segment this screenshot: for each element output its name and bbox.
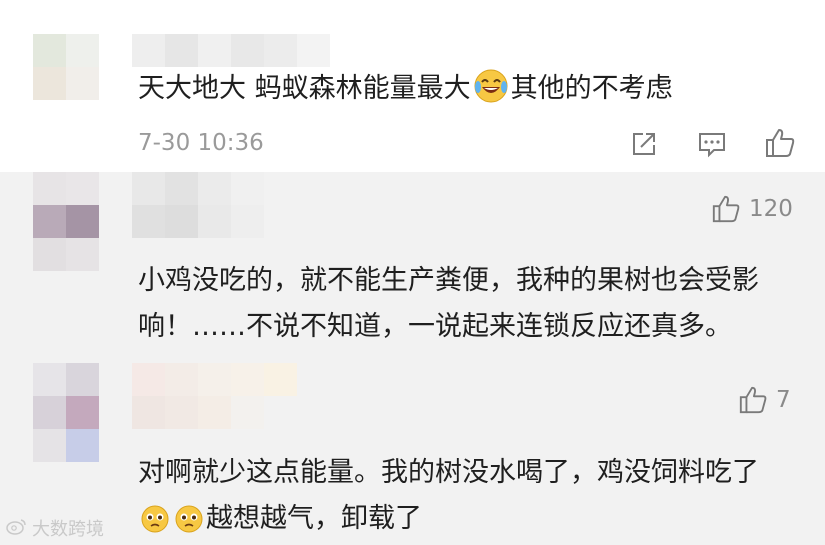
share-icon[interactable] [630,130,658,162]
comment-text: 对啊就少这点能量。我的树没水喝了，鸡没饲料吃了越想越气，卸载了 [138,450,777,545]
username[interactable] [132,363,297,429]
watermark: 大数跨境 [6,515,104,541]
username[interactable] [132,34,330,67]
comment-1: 天大地大 蚂蚁森林能量最大 其他的不考虑 7-30 10:36 [0,0,825,172]
comment-text: 天大地大 蚂蚁森林能量最大 其他的不考虑 [138,66,785,118]
like-count: 7 [776,387,791,413]
pleading-face-emoji [175,502,203,545]
thumbs-up-icon[interactable] [711,194,741,228]
thumbs-up-icon[interactable] [764,127,796,163]
username[interactable] [132,172,264,238]
reply-1: 120 小鸡没吃的，就不能生产粪便，我种的果树也会受影响！……不说不知道，一说起… [0,172,825,363]
pleading-face-emoji [141,502,169,545]
avatar[interactable] [33,363,99,462]
like-count: 120 [749,196,793,222]
laughing-tears-emoji [474,69,508,118]
timestamp: 7-30 10:36 [138,130,264,156]
thumbs-up-icon[interactable] [738,385,768,419]
reply-2: 7 对啊就少这点能量。我的树没水喝了，鸡没饲料吃了越想越气，卸载了 [0,363,825,545]
comment-text: 小鸡没吃的，就不能生产粪便，我种的果树也会受影响！……不说不知道，一说起来连锁反… [138,265,759,342]
avatar[interactable] [33,172,99,271]
weibo-logo-icon [6,517,28,540]
comment-icon[interactable] [697,130,727,162]
avatar[interactable] [33,34,99,100]
